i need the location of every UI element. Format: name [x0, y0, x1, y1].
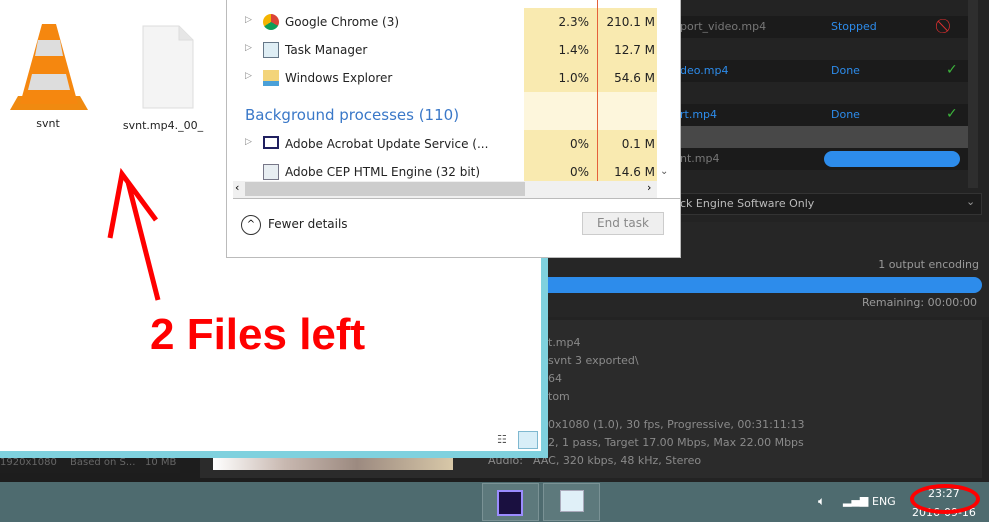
encoding-status: 1 output encoding: [878, 258, 979, 271]
process-name: Adobe CEP HTML Engine (32 bit): [285, 165, 481, 179]
queue-scrollbar[interactable]: [968, 0, 978, 188]
info-line: tom: [548, 390, 570, 403]
cpu-value: 0%: [524, 130, 597, 158]
annotation-arrow-icon: [107, 167, 161, 301]
queue-item-name: deo.mp4: [680, 64, 729, 77]
process-row[interactable]: ▷ Windows Explorer 1.0% 54.6 M: [227, 64, 657, 92]
process-name: Task Manager: [285, 43, 368, 57]
media-encoder-icon: [497, 490, 523, 516]
preset-size: 1920x1080: [0, 457, 57, 468]
tm-top: [227, 0, 657, 8]
process-row[interactable]: Adobe CEP HTML Engine (32 bit) 0% 14.6 M: [227, 158, 657, 181]
renderer-value: ck Engine Software Only: [680, 197, 815, 210]
queue-progress-bar: [824, 151, 960, 167]
process-row[interactable]: ▷ Task Manager 1.4% 12.7 M: [227, 36, 657, 64]
file-name: svnt: [36, 117, 60, 130]
scroll-left-icon[interactable]: ‹: [235, 181, 239, 194]
cpu-value: 2.3%: [524, 8, 597, 36]
file-name: svnt.mp4._00_: [122, 119, 204, 132]
network-signal-icon[interactable]: ▂▄▆: [843, 494, 868, 507]
process-row[interactable]: ▷ Adobe Acrobat Update Service (... 0% 0.1 …: [227, 130, 657, 158]
expand-icon[interactable]: ▷: [245, 43, 252, 53]
large-icons-view-icon[interactable]: [518, 431, 538, 449]
sort-column-line: [597, 0, 598, 181]
preset-based-on: Based on S...: [70, 457, 136, 468]
info-line: 0x1080 (1.0), 30 fps, Progressive, 00:31…: [548, 418, 805, 431]
annotation-text: 2 Files left: [150, 310, 366, 359]
chrome-icon: [263, 14, 279, 30]
queue-status: Done: [831, 108, 860, 121]
memory-value: 14.6 M: [598, 158, 657, 181]
taskbar: 🔈︎ ▂▄▆ ENG 23:27 2016-09-16: [0, 482, 989, 522]
file-item[interactable]: svnt: [8, 18, 88, 130]
info-line: svnt 3 exported\: [548, 354, 639, 367]
queue-status: Stopped: [831, 20, 877, 33]
language-indicator[interactable]: ENG: [872, 495, 896, 508]
chevron-up-icon[interactable]: ^: [241, 215, 261, 235]
annotation-circle-icon: [910, 484, 980, 514]
memory-value: 0.1 M: [598, 130, 657, 158]
expand-icon[interactable]: ▷: [245, 71, 252, 81]
info-line: 2, 1 pass, Target 17.00 Mbps, Max 22.00 …: [548, 436, 804, 449]
process-row[interactable]: ▷ Google Chrome (3) 2.3% 210.1 M: [227, 8, 657, 36]
check-icon: ✓: [946, 62, 958, 78]
taskbar-task-manager[interactable]: [543, 483, 600, 521]
cpu-value: 0%: [524, 158, 597, 181]
app-icon: [263, 164, 279, 180]
audio-value: AAC, 320 kbps, 48 kHz, Stereo: [533, 454, 702, 467]
blank-file-icon: [142, 25, 194, 109]
overall-progress-bar: [540, 277, 982, 293]
end-task-button[interactable]: End task: [582, 212, 664, 235]
memory-value: 54.6 M: [598, 64, 657, 92]
task-manager-icon: [560, 490, 584, 512]
memory-value: 210.1 M: [598, 8, 657, 36]
background-processes-header: Background processes (110): [245, 106, 460, 124]
process-name: Windows Explorer: [285, 71, 393, 85]
chevron-down-icon: ⌄: [966, 195, 976, 208]
preset-filesize: 10 MB: [145, 457, 177, 468]
info-line: 64: [548, 372, 562, 385]
expand-icon[interactable]: ▷: [245, 137, 252, 147]
footer-divider: [233, 198, 681, 199]
queue-status: Done: [831, 64, 860, 77]
memory-value: 12.7 M: [598, 36, 657, 64]
queue-item-name: rt.mp4: [680, 108, 718, 121]
details-view-icon[interactable]: ☷: [497, 433, 507, 446]
horizontal-scrollbar[interactable]: ‹ ›: [233, 181, 657, 198]
file-item[interactable]: svnt.mp4._00_: [118, 24, 208, 134]
queue-item-name: nt.mp4: [680, 152, 720, 165]
expand-icon[interactable]: ▷: [245, 15, 252, 25]
info-line: t.mp4: [548, 336, 581, 349]
remaining-time: Remaining: 00:00:00: [861, 296, 977, 309]
scroll-down-icon[interactable]: ⌄: [660, 166, 668, 177]
task-manager-window: ▷ Google Chrome (3) 2.3% 210.1 M ▷ Task Mana…: [226, 0, 681, 258]
scroll-right-icon[interactable]: ›: [647, 181, 651, 194]
cpu-value: 1.4%: [524, 36, 597, 64]
section-header: Background processes (110): [227, 92, 657, 130]
fewer-details-link[interactable]: Fewer details: [268, 217, 348, 231]
scrollbar-thumb[interactable]: [245, 182, 525, 196]
queue-item-name: port_video.mp4: [680, 20, 767, 33]
window-icon: [263, 136, 279, 149]
process-name: Adobe Acrobat Update Service (...: [285, 137, 489, 151]
folder-icon: [263, 70, 279, 86]
cpu-value: 1.0%: [524, 64, 597, 92]
volume-icon[interactable]: 🔈︎: [818, 494, 825, 509]
vlc-cone-icon: [10, 24, 88, 110]
taskbar-media-encoder[interactable]: [482, 483, 539, 521]
check-icon: ✓: [946, 106, 958, 122]
task-manager-icon: [263, 42, 279, 58]
process-name: Google Chrome (3): [285, 15, 400, 29]
